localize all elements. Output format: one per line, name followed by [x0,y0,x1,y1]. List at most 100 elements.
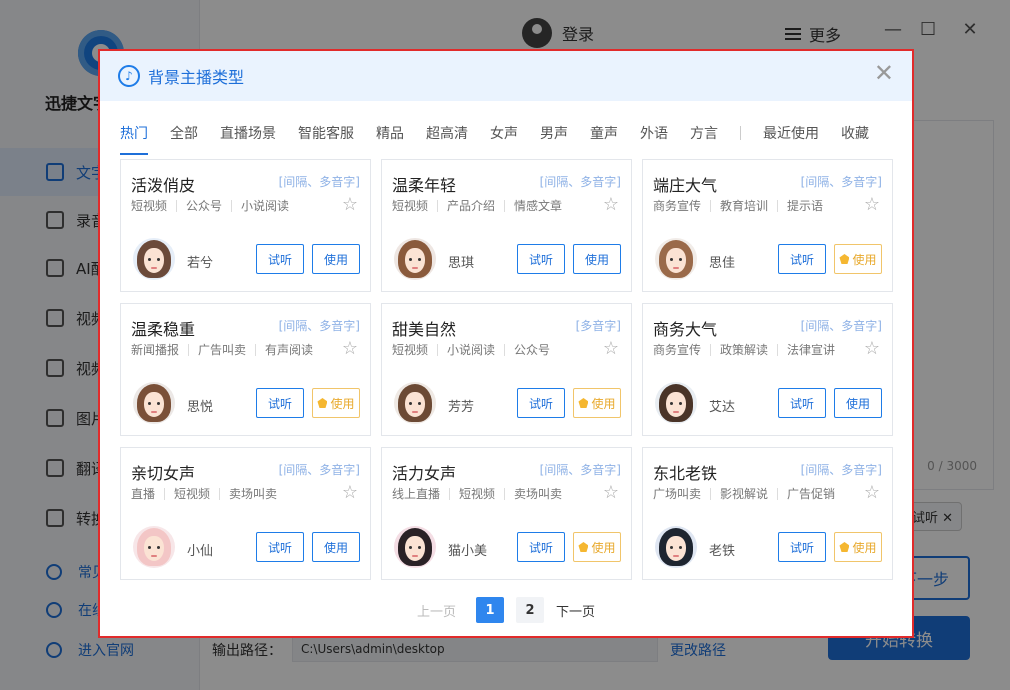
star-icon[interactable]: ☆ [864,194,880,215]
scene-tag: 广告促销 [777,488,844,500]
dialog-header: ♪ 背景主播类型 ✕ [100,51,912,101]
next-page-button[interactable]: 下一页 [556,601,595,620]
avatar-eye [679,402,682,405]
use-voice-button[interactable]: 使用 [573,388,621,418]
try-listen-button[interactable]: 试听 [256,244,304,274]
avatar-eye [670,546,673,549]
scene-tags: 商务宣传 教育培训 提示语 [653,200,832,212]
avatar-mouth [412,267,418,269]
scene-tag: 短视频 [449,488,504,500]
scene-tag: 广告叫卖 [188,344,255,356]
try-listen-button[interactable]: 试听 [517,244,565,274]
star-icon[interactable]: ☆ [603,194,619,215]
tab-2[interactable]: 直播场景 [220,123,276,149]
avatar-eye [670,258,673,261]
use-voice-button[interactable]: 使用 [834,388,882,418]
prev-page-button[interactable]: 上一页 [417,601,456,620]
tab-5[interactable]: 超高清 [426,123,468,149]
star-icon[interactable]: ☆ [864,482,880,503]
tab-10[interactable]: 方言 [690,123,718,149]
voice-anchor-name: 老铁 [709,544,736,559]
use-voice-button[interactable]: 使用 [834,244,882,274]
page-1-button[interactable]: 1 [476,597,504,623]
tab-7[interactable]: 男声 [540,123,568,149]
voice-features: [间隔、多音字] [539,463,621,477]
voice-card[interactable]: 端庄大气 [间隔、多音字] ☆ 商务宣传 教育培训 提示语 思佳 试听 使用 [642,159,893,292]
voice-features: [多音字] [575,319,621,333]
try-listen-button[interactable]: 试听 [517,388,565,418]
scene-tag: 卖场叫卖 [504,488,571,500]
voice-features: [间隔、多音字] [278,175,360,189]
star-icon[interactable]: ☆ [342,482,358,503]
tab-0[interactable]: 热门 [120,123,148,155]
vip-crown-icon [578,398,589,408]
star-icon[interactable]: ☆ [603,338,619,359]
voice-card[interactable]: 活力女声 [间隔、多音字] ☆ 线上直播 短视频 卖场叫卖 猫小美 试听 使用 [381,447,632,580]
tab-9[interactable]: 外语 [640,123,668,149]
tab-favorites[interactable]: 收藏 [841,123,869,149]
avatar-face [144,392,164,417]
close-icon[interactable]: ✕ [874,61,894,85]
avatar-eye [409,546,412,549]
voice-features: [间隔、多音字] [278,463,360,477]
star-icon[interactable]: ☆ [342,338,358,359]
tab-divider [740,126,741,140]
tab-3[interactable]: 智能客服 [298,123,354,149]
scene-tags: 短视频 小说阅读 公众号 [392,344,559,356]
scene-tag: 短视频 [392,199,429,213]
page-2-button[interactable]: 2 [516,597,544,623]
voice-card[interactable]: 甜美自然 [多音字] ☆ 短视频 小说阅读 公众号 芳芳 试听 使用 [381,303,632,436]
star-icon[interactable]: ☆ [342,194,358,215]
music-note-icon: ♪ [118,65,140,87]
scene-tag: 广场叫卖 [653,487,702,501]
voice-card[interactable]: 温柔年轻 [间隔、多音字] ☆ 短视频 产品介绍 情感文章 思琪 试听 使用 [381,159,632,292]
tab-recent[interactable]: 最近使用 [763,123,819,149]
voice-features: [间隔、多音字] [539,175,621,189]
scene-tag: 线上直播 [392,487,441,501]
voice-card[interactable]: 东北老铁 [间隔、多音字] ☆ 广场叫卖 影视解说 广告促销 老铁 试听 使用 [642,447,893,580]
voice-card[interactable]: 活泼俏皮 [间隔、多音字] ☆ 短视频 公众号 小说阅读 若兮 试听 使用 [120,159,371,292]
try-listen-button[interactable]: 试听 [778,388,826,418]
avatar-face [144,248,164,273]
star-icon[interactable]: ☆ [603,482,619,503]
avatar-eye [157,546,160,549]
scene-tag: 有声阅读 [255,344,322,356]
scene-tag: 提示语 [777,200,832,212]
avatar-eye [409,258,412,261]
use-voice-button[interactable]: 使用 [834,532,882,562]
voice-style-name: 温柔年轻 [392,176,457,195]
scene-tags: 直播 短视频 卖场叫卖 [131,488,286,500]
use-voice-button[interactable]: 使用 [312,244,360,274]
use-voice-button[interactable]: 使用 [573,244,621,274]
voice-card[interactable]: 温柔稳重 [间隔、多音字] ☆ 新闻播报 广告叫卖 有声阅读 思悦 试听 使用 [120,303,371,436]
avatar [133,526,175,568]
scene-tag: 小说阅读 [231,200,298,212]
use-voice-button[interactable]: 使用 [573,532,621,562]
vip-crown-icon [839,542,850,552]
voice-card[interactable]: 亲切女声 [间隔、多音字] ☆ 直播 短视频 卖场叫卖 小仙 试听 使用 [120,447,371,580]
scene-tag: 情感文章 [504,200,571,212]
try-listen-button[interactable]: 试听 [778,532,826,562]
voice-anchor-name: 思悦 [187,400,214,415]
avatar-eye [679,546,682,549]
scene-tag: 短视频 [164,488,219,500]
try-listen-button[interactable]: 试听 [778,244,826,274]
try-listen-button[interactable]: 试听 [517,532,565,562]
tab-1[interactable]: 全部 [170,123,198,149]
use-voice-button[interactable]: 使用 [312,388,360,418]
use-voice-button[interactable]: 使用 [312,532,360,562]
scene-tag: 教育培训 [710,200,777,212]
voice-card[interactable]: 商务大气 [间隔、多音字] ☆ 商务宣传 政策解读 法律宣讲 艾达 试听 使用 [642,303,893,436]
avatar-eye [418,402,421,405]
tab-8[interactable]: 童声 [590,123,618,149]
try-listen-button[interactable]: 试听 [256,388,304,418]
try-listen-button[interactable]: 试听 [256,532,304,562]
voice-anchor-name: 芳芳 [448,400,475,415]
scene-tag: 公众号 [504,344,559,356]
voice-style-name: 端庄大气 [653,176,718,195]
tab-6[interactable]: 女声 [490,123,518,149]
voice-anchor-name: 思佳 [709,256,736,271]
star-icon[interactable]: ☆ [864,338,880,359]
tab-4[interactable]: 精品 [376,123,404,149]
avatar-eye [679,258,682,261]
